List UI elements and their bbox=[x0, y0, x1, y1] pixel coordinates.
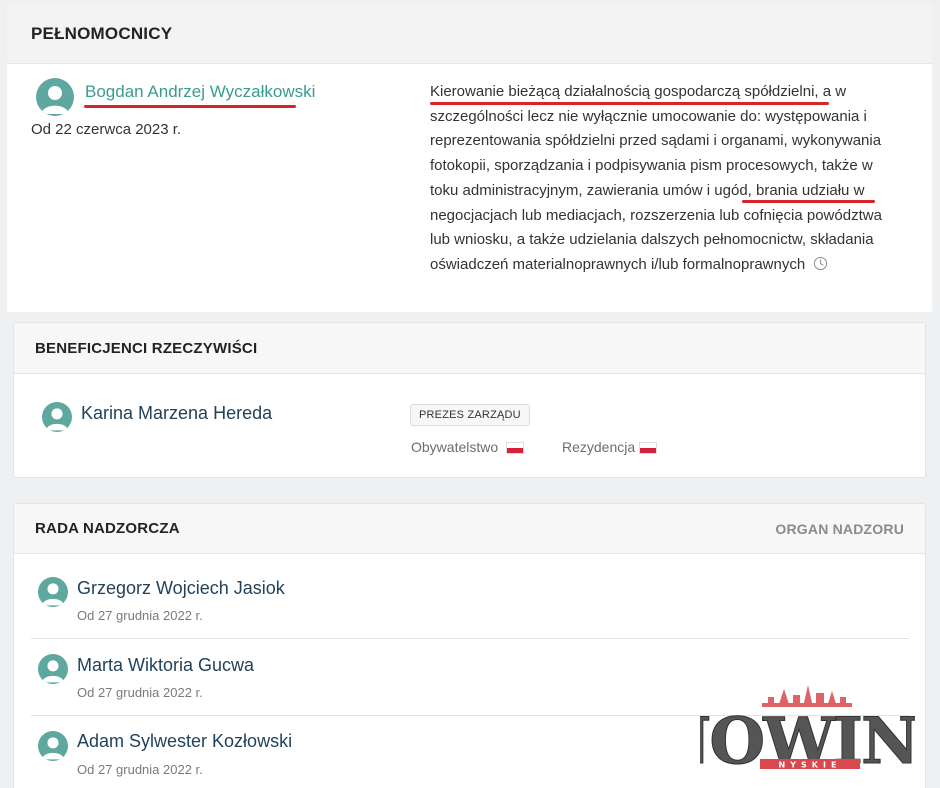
nowiny-nyskie-logo: NOWINY NYSKIE bbox=[652, 683, 940, 780]
poland-flag-icon bbox=[506, 442, 524, 454]
proxies-title: PEŁNOMOCNICY bbox=[31, 23, 173, 43]
clock-icon[interactable] bbox=[813, 255, 828, 280]
residence-label: Rezydencja bbox=[562, 439, 636, 455]
board-member-name[interactable]: Marta Wiktoria Gucwa bbox=[77, 655, 254, 676]
proxy-name-underline bbox=[84, 105, 296, 108]
citizenship-label: Obywatelstwo bbox=[411, 439, 499, 455]
board-member-since: Od 27 grudnia 2022 r. bbox=[77, 685, 203, 700]
beneficiaries-card: BENEFICJENCI RZECZYWIŚCI Karina Marzena … bbox=[13, 322, 926, 478]
scope-underline-1 bbox=[430, 102, 829, 105]
proxies-card: PEŁNOMOCNICY Bogdan Andrzej Wyczałkowski… bbox=[7, 4, 932, 312]
board-member-name[interactable]: Grzegorz Wojciech Jasiok bbox=[77, 578, 285, 599]
user-avatar-icon bbox=[36, 78, 74, 116]
logo-sub: NYSKIE bbox=[779, 761, 842, 770]
user-avatar-icon bbox=[38, 731, 68, 761]
organ-label: ORGAN NADZORU bbox=[775, 520, 904, 537]
role-badge: PREZES ZARZĄDU bbox=[410, 404, 530, 426]
board-member-name[interactable]: Adam Sylwester Kozłowski bbox=[77, 731, 292, 752]
beneficiaries-title: BENEFICJENCI RZECZYWIŚCI bbox=[35, 339, 258, 357]
proxy-name-link[interactable]: Bogdan Andrzej Wyczałkowski bbox=[85, 82, 315, 102]
user-avatar-icon bbox=[38, 654, 68, 684]
scope-part-3: zawierania umów i bbox=[582, 181, 711, 199]
board-member-since: Od 27 grudnia 2022 r. bbox=[77, 608, 203, 623]
beneficiaries-header: BENEFICJENCI RZECZYWIŚCI bbox=[14, 323, 925, 374]
row-divider bbox=[31, 638, 909, 639]
user-avatar-icon bbox=[42, 402, 72, 432]
beneficiary-name[interactable]: Karina Marzena Hereda bbox=[81, 403, 272, 424]
board-header: RADA NADZORCZA ORGAN NADZORU bbox=[14, 504, 925, 554]
poland-flag-icon bbox=[639, 442, 657, 454]
proxies-header: PEŁNOMOCNICY bbox=[7, 4, 932, 64]
proxy-scope-text: Kierowanie bieżącą działalnością gospoda… bbox=[430, 80, 900, 280]
board-member-since: Od 27 grudnia 2022 r. bbox=[77, 762, 203, 777]
board-title: RADA NADZORCZA bbox=[35, 520, 180, 537]
scope-underline-2 bbox=[742, 200, 875, 203]
proxy-since-date: Od 22 czerwca 2023 r. bbox=[31, 121, 182, 138]
scope-part-1: Kierowanie bieżącą działalnością gospoda… bbox=[430, 83, 815, 100]
user-avatar-icon bbox=[38, 577, 68, 607]
